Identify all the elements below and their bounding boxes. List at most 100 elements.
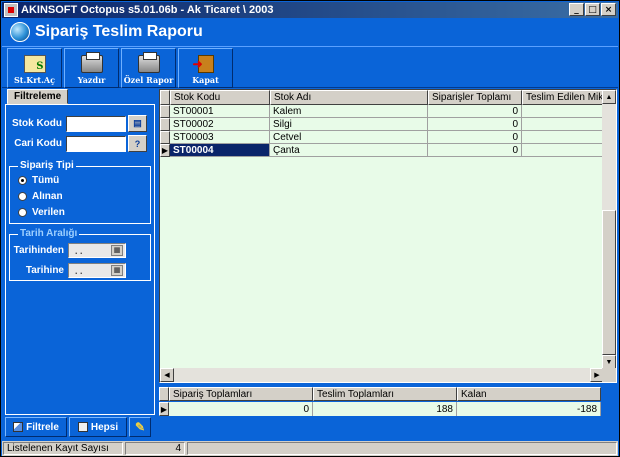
cell-delivered-qty[interactable] (522, 105, 604, 118)
scroll-down-icon[interactable]: ▼ (602, 355, 616, 369)
date-from-input[interactable]: . . ▦ (68, 243, 126, 258)
app-window: AKINSOFT Octopus s5.01.06b - Ak Ticaret … (0, 0, 620, 457)
date-to-input[interactable]: . . ▦ (68, 263, 126, 278)
custom-report-label: Özel Rapor (123, 75, 174, 85)
filter-button[interactable]: Filtrele (5, 417, 67, 437)
column-header-remaining: Kalan (457, 387, 601, 401)
cell-orders-total[interactable]: 0 (428, 105, 522, 118)
filter-actions: Filtrele Hepsi ✎ (5, 417, 155, 439)
custom-report-button[interactable]: Özel Rapor (121, 48, 176, 88)
date-to-value: . . (75, 265, 83, 276)
row-pointer-icon: ▶ (159, 402, 169, 416)
row-indicator[interactable] (160, 118, 170, 131)
column-header-orders-total[interactable]: Siparişler Toplamı (428, 90, 522, 105)
close-button[interactable]: × (601, 3, 616, 16)
table-row-selected[interactable]: ▶ ST00004 Çanta 0 (160, 144, 604, 157)
calendar-icon[interactable]: ▦ (111, 245, 123, 256)
radio-given[interactable]: Verilen (18, 207, 65, 218)
row-pointer-icon[interactable]: ▶ (160, 144, 170, 157)
stock-code-label: Stok Kodu (12, 118, 62, 129)
cell-delivered-qty[interactable] (522, 118, 604, 131)
exit-door-icon (193, 55, 214, 73)
table-row[interactable]: ST00001 Kalem 0 (160, 105, 604, 118)
record-count-label: Listelenen Kayıt Sayısı (3, 442, 123, 455)
radio-received-indicator[interactable] (18, 192, 27, 201)
table-row[interactable]: ST00003 Cetvel 0 (160, 131, 604, 144)
date-from-row: Tarihinden . . ▦ (12, 243, 126, 258)
document-icon: ▤ (133, 118, 142, 128)
filter-button-label: Filtrele (26, 421, 59, 433)
row-indicator[interactable] (160, 131, 170, 144)
print-label: Yazdır (77, 75, 106, 85)
scroll-left-icon[interactable]: ◀ (160, 368, 174, 382)
stock-code-input[interactable] (66, 115, 126, 132)
stock-code-lookup-button[interactable]: ▤ (128, 115, 147, 132)
radio-received-label: Alınan (32, 191, 63, 202)
account-code-lookup-button[interactable]: ? (128, 135, 147, 152)
account-code-input[interactable] (66, 135, 126, 152)
maximize-button[interactable]: □ (585, 3, 600, 16)
table-row[interactable]: ST00002 Silgi 0 (160, 118, 604, 131)
row-indicator[interactable] (160, 105, 170, 118)
clear-filter-button[interactable]: ✎ (129, 417, 151, 437)
filter-panel-body: Stok Kodu ▤ Cari Kodu ? Sipariş Tipi Tüm… (5, 104, 155, 415)
radio-given-indicator[interactable] (18, 208, 27, 217)
order-type-title: Sipariş Tipi (18, 160, 76, 171)
close-report-label: Kapat (192, 75, 219, 85)
cell-stock-name[interactable]: Çanta (270, 144, 428, 157)
remaining-value: -188 (457, 402, 601, 416)
toolbar: St.Krt.Aç Yazdır Özel Rapor Kapat (2, 46, 618, 88)
vertical-scrollbar[interactable]: ▲ ▼ (602, 90, 616, 369)
printer-custom-icon (137, 52, 160, 73)
radio-all-indicator[interactable] (18, 176, 27, 185)
minimize-button[interactable]: _ (569, 3, 584, 16)
account-code-row: Cari Kodu ? (10, 135, 147, 152)
order-totals-value: 0 (169, 402, 313, 416)
close-report-button[interactable]: Kapat (178, 48, 233, 88)
column-header-delivery-totals: Teslim Toplamları (313, 387, 457, 401)
print-button[interactable]: Yazdır (64, 48, 119, 88)
cell-orders-total[interactable]: 0 (428, 144, 522, 157)
horizontal-scrollbar[interactable]: ◀ ▶ (160, 368, 604, 382)
cell-stock-name[interactable]: Cetvel (270, 131, 428, 144)
cell-stock-code[interactable]: ST00001 (170, 105, 270, 118)
radio-all[interactable]: Tümü (18, 175, 59, 186)
status-spacer (187, 442, 617, 455)
window-title: AKINSOFT Octopus s5.01.06b - Ak Ticaret … (21, 4, 274, 16)
cell-orders-total[interactable]: 0 (428, 118, 522, 131)
scroll-corner (602, 368, 616, 382)
stock-code-row: Stok Kodu ▤ (10, 115, 147, 132)
cell-stock-code[interactable]: ST00004 (170, 144, 270, 157)
column-header-delivered-qty[interactable]: Teslim Edilen Mik (522, 90, 604, 105)
radio-all-label: Tümü (32, 175, 60, 186)
show-all-button[interactable]: Hepsi (69, 417, 127, 437)
totals-header: Sipariş Toplamları Teslim Toplamları Kal… (159, 387, 601, 401)
cell-stock-code[interactable]: ST00003 (170, 131, 270, 144)
record-count-value: 4 (125, 442, 185, 455)
show-all-button-label: Hepsi (90, 421, 119, 433)
column-header-stock-name[interactable]: Stok Adı (270, 90, 428, 105)
globe-icon (10, 22, 30, 42)
stock-card-open-button[interactable]: St.Krt.Aç (7, 48, 62, 88)
stock-card-icon (23, 55, 46, 73)
cell-delivered-qty[interactable] (522, 144, 604, 157)
totals-header-indicator (159, 387, 169, 401)
cell-stock-name[interactable]: Kalem (270, 105, 428, 118)
order-type-group: Sipariş Tipi Tümü Alınan Verilen (9, 160, 151, 224)
report-grid[interactable]: Stok Kodu Stok Adı Siparişler Toplamı Te… (159, 89, 617, 383)
funnel-icon (13, 422, 24, 432)
calendar-icon[interactable]: ▦ (111, 265, 123, 276)
tab-filtreleme[interactable]: Filtreleme (7, 89, 69, 104)
scroll-thumb[interactable] (602, 210, 616, 355)
page-title: Sipariş Teslim Raporu (35, 23, 203, 40)
scroll-up-icon[interactable]: ▲ (602, 90, 616, 104)
radio-received[interactable]: Alınan (18, 191, 63, 202)
column-header-stock-code[interactable]: Stok Kodu (170, 90, 270, 105)
grid-header: Stok Kodu Stok Adı Siparişler Toplamı Te… (160, 90, 604, 105)
cell-stock-name[interactable]: Silgi (270, 118, 428, 131)
cell-orders-total[interactable]: 0 (428, 131, 522, 144)
column-header-order-totals: Sipariş Toplamları (169, 387, 313, 401)
cell-stock-code[interactable]: ST00002 (170, 118, 270, 131)
date-to-row: Tarihine . . ▦ (12, 263, 126, 278)
cell-delivered-qty[interactable] (522, 131, 604, 144)
